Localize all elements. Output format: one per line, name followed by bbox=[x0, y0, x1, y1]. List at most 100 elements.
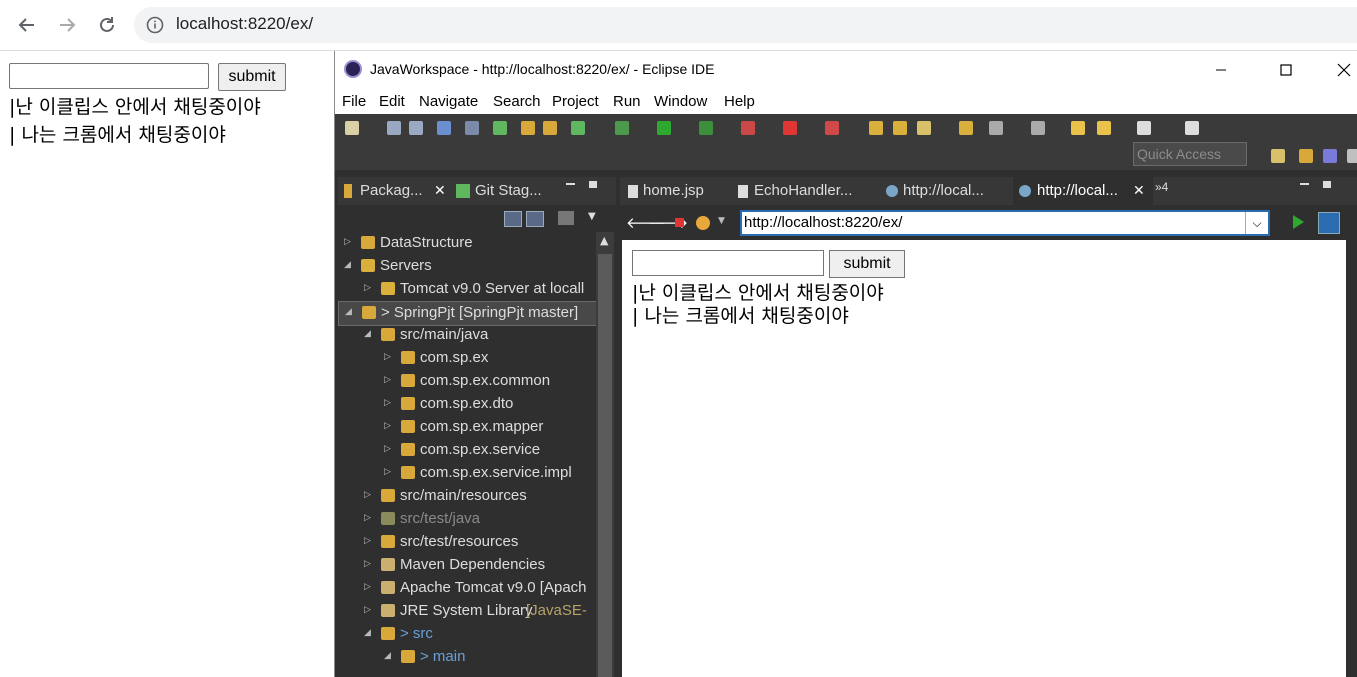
internal-url-text[interactable]: http://localhost:8220/ex/ bbox=[744, 214, 902, 231]
tree-item[interactable]: ▷ com.sp.ex.dto bbox=[338, 393, 598, 416]
forward-button[interactable] bbox=[52, 10, 82, 40]
internal-url-field[interactable]: http://localhost:8220/ex/ ⌵ bbox=[740, 210, 1270, 236]
open-type-icon[interactable] bbox=[869, 121, 883, 135]
tree-item[interactable]: ▷ com.sp.ex.common bbox=[338, 370, 598, 393]
scroll-up-icon[interactable]: ▲ bbox=[600, 234, 608, 247]
tab-git-staging[interactable]: Git Stag... bbox=[475, 182, 542, 199]
git-perspective-icon[interactable] bbox=[1347, 149, 1357, 163]
new-icon[interactable] bbox=[345, 121, 359, 135]
stop-icon[interactable] bbox=[675, 218, 684, 227]
reload-button[interactable] bbox=[92, 10, 122, 40]
collapse-icon[interactable]: ◢ bbox=[344, 259, 351, 270]
info-icon[interactable] bbox=[146, 16, 164, 34]
tab-package-explorer[interactable]: Packag... bbox=[360, 182, 423, 199]
new-package-icon[interactable] bbox=[521, 121, 535, 135]
menu-run[interactable]: Run bbox=[613, 93, 641, 110]
git-sync-icon[interactable] bbox=[493, 121, 507, 135]
menu-navigate[interactable]: Navigate bbox=[419, 93, 478, 110]
expand-icon[interactable]: ▷ bbox=[364, 489, 371, 500]
tree-item[interactable]: ▷ Tomcat v9.0 Server at locall bbox=[338, 278, 598, 301]
maximize-view-icon[interactable] bbox=[589, 181, 597, 188]
chat-input[interactable] bbox=[9, 63, 209, 89]
open-folder-icon[interactable] bbox=[959, 121, 973, 135]
run-server-icon[interactable] bbox=[699, 121, 713, 135]
pin-icon[interactable] bbox=[1031, 121, 1045, 135]
tab-browser-1[interactable]: http://local... bbox=[903, 182, 984, 199]
tab-overflow[interactable]: »4 bbox=[1155, 180, 1168, 194]
minimize-view-icon[interactable] bbox=[566, 183, 575, 185]
quick-access-field[interactable]: Quick Access bbox=[1133, 142, 1247, 166]
tree-item[interactable]: ▷ src/test/resources bbox=[338, 531, 598, 554]
tree-item[interactable]: ▷ Apache Tomcat v9.0 [Apach bbox=[338, 577, 598, 600]
chevron-down-icon[interactable]: ⌵ bbox=[1245, 212, 1268, 234]
last-edit-icon[interactable] bbox=[1071, 121, 1085, 135]
publish-icon[interactable] bbox=[825, 121, 839, 135]
go-icon[interactable] bbox=[1293, 215, 1304, 229]
explorer-scrollbar[interactable]: ▲ bbox=[596, 232, 614, 677]
expand-icon[interactable]: ▷ bbox=[364, 282, 371, 293]
collapse-all-icon[interactable] bbox=[504, 211, 522, 227]
submit-button[interactable]: submit bbox=[218, 63, 286, 91]
menu-file[interactable]: File bbox=[342, 93, 366, 110]
open-perspective-icon[interactable] bbox=[1271, 149, 1285, 163]
tree-item[interactable]: ▷ Maven Dependencies bbox=[338, 554, 598, 577]
expand-icon[interactable]: ▷ bbox=[364, 558, 371, 569]
marker-icon[interactable] bbox=[917, 121, 931, 135]
view-menu-icon[interactable]: ▼ bbox=[588, 211, 596, 222]
menu-project[interactable]: Project bbox=[552, 93, 599, 110]
tree-item[interactable]: ▷ JRE System Library [JavaSE- bbox=[338, 600, 598, 623]
tree-item[interactable]: ▷ com.sp.ex.mapper bbox=[338, 416, 598, 439]
minimize-editor-icon[interactable] bbox=[1300, 183, 1309, 185]
open-external-icon[interactable] bbox=[1318, 212, 1340, 234]
debug-icon[interactable] bbox=[615, 121, 629, 135]
tree-item[interactable]: ◢ > main bbox=[338, 646, 598, 669]
tree-item[interactable]: ▷ src/test/java bbox=[338, 508, 598, 531]
tab-browser-2[interactable]: http://local... bbox=[1037, 182, 1118, 199]
close-tab-icon[interactable]: ✕ bbox=[434, 182, 446, 199]
menu-search[interactable]: Search bbox=[493, 93, 541, 110]
collapse-icon[interactable]: ◢ bbox=[364, 328, 371, 339]
debug-perspective-icon[interactable] bbox=[1323, 149, 1337, 163]
tab-home-jsp[interactable]: home.jsp bbox=[643, 182, 704, 199]
menu-help[interactable]: Help bbox=[724, 93, 755, 110]
expand-icon[interactable]: ▷ bbox=[384, 420, 391, 431]
back-button[interactable] bbox=[12, 10, 42, 40]
tree-item[interactable]: ▷ DataStructure bbox=[338, 232, 598, 255]
expand-icon[interactable]: ▷ bbox=[384, 397, 391, 408]
refresh-icon[interactable] bbox=[696, 216, 710, 230]
debug-server-icon[interactable] bbox=[741, 121, 755, 135]
scroll-thumb[interactable] bbox=[598, 254, 612, 677]
tree-item[interactable]: ▷ com.sp.ex.service.impl bbox=[338, 462, 598, 485]
expand-icon[interactable]: ▷ bbox=[344, 236, 351, 247]
menu-window[interactable]: Window bbox=[654, 93, 707, 110]
expand-icon[interactable]: ▷ bbox=[384, 351, 391, 362]
forward-nav-icon[interactable] bbox=[1137, 121, 1151, 135]
maximize-button[interactable] bbox=[1263, 56, 1309, 84]
active-tab[interactable]: http://local... ✕ bbox=[1013, 177, 1153, 205]
refresh-icon[interactable] bbox=[571, 121, 585, 135]
filter-icon[interactable] bbox=[558, 211, 574, 225]
collapse-icon[interactable]: ◢ bbox=[384, 650, 391, 661]
run-icon[interactable] bbox=[657, 121, 671, 135]
expand-icon[interactable]: ▷ bbox=[364, 512, 371, 523]
expand-icon[interactable]: ▷ bbox=[384, 443, 391, 454]
collapse-icon[interactable]: ◢ bbox=[345, 306, 352, 317]
back-nav-icon[interactable] bbox=[1097, 121, 1111, 135]
tree-item[interactable]: ◢ > SpringPjt [SpringPjt master] bbox=[338, 301, 600, 326]
close-tab-icon[interactable]: ✕ bbox=[1133, 182, 1145, 199]
menu-edit[interactable]: Edit bbox=[379, 93, 405, 110]
open-task-icon[interactable] bbox=[893, 121, 907, 135]
link-editor-icon[interactable] bbox=[526, 211, 544, 227]
expand-icon[interactable]: ▷ bbox=[364, 535, 371, 546]
expand-icon[interactable]: ▷ bbox=[384, 374, 391, 385]
close-button[interactable] bbox=[1321, 56, 1357, 84]
perspective-icon[interactable] bbox=[1185, 121, 1199, 135]
tree-item[interactable]: ▷ com.sp.ex.service bbox=[338, 439, 598, 462]
new-class-icon[interactable] bbox=[543, 121, 557, 135]
expand-icon[interactable]: ▷ bbox=[384, 466, 391, 477]
tree-item[interactable]: ▷ com.sp.ex bbox=[338, 347, 598, 370]
java-ee-perspective-icon[interactable] bbox=[1299, 149, 1313, 163]
console-icon[interactable] bbox=[437, 121, 451, 135]
tree-item[interactable]: ▷ src/main/resources bbox=[338, 485, 598, 508]
save-all-icon[interactable] bbox=[409, 121, 423, 135]
